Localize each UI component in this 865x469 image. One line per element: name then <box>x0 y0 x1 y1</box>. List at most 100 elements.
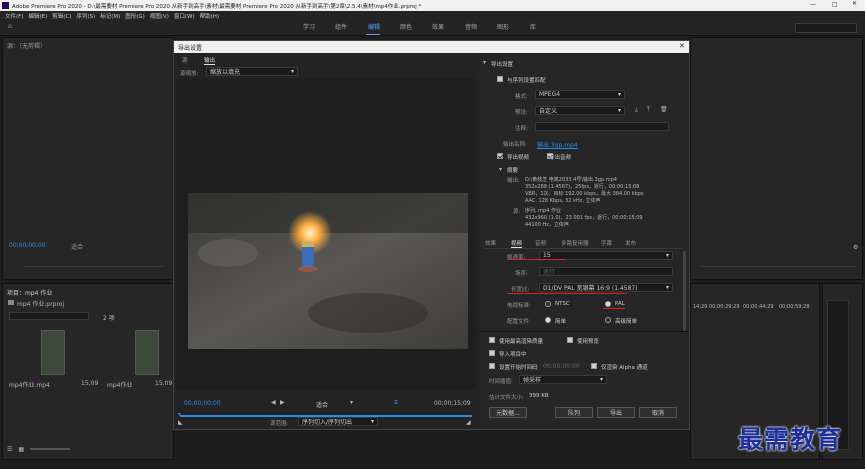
menu-help[interactable]: 帮助(H) <box>200 12 219 20</box>
profile-advanced-radio[interactable] <box>605 317 611 323</box>
match-sequence-checkbox[interactable] <box>497 76 503 82</box>
source-range-select[interactable]: 序列切入/序列切出 ▾ <box>298 417 378 426</box>
next-frame-icon[interactable]: ▶ <box>280 399 285 406</box>
profile-simple-label: 简单 <box>555 319 567 325</box>
project-item-name[interactable]: mp4作业 <box>107 380 132 389</box>
workspace-assembly[interactable]: 组件 <box>335 22 347 31</box>
set-start-timecode-checkbox[interactable] <box>489 363 495 369</box>
metadata-button[interactable]: 元数据... <box>489 407 527 418</box>
profile-advanced-label: 高级简单 <box>615 319 638 325</box>
list-view-icon[interactable]: ☰ <box>7 446 12 453</box>
menu-sequence[interactable]: 序列(S) <box>76 12 95 20</box>
settings-scrollbar[interactable] <box>683 251 686 331</box>
source-tab[interactable]: 源：（无剪辑） <box>7 41 46 50</box>
in-point-icon[interactable]: ◣ <box>178 419 183 426</box>
menu-clip[interactable]: 剪辑(C) <box>52 12 71 20</box>
frame-rate-value: 15 <box>543 252 551 259</box>
menu-graphics[interactable]: 图形(G) <box>125 12 145 20</box>
workspace-editing[interactable]: 编辑 <box>368 22 380 31</box>
summary-source-label: 源: <box>513 209 521 215</box>
menu-marker[interactable]: 标记(M) <box>100 12 120 20</box>
import-into-project-checkbox[interactable] <box>489 350 495 356</box>
fit-select[interactable]: 适合 <box>316 400 328 409</box>
source-timecode[interactable]: 00;00;00;00 <box>9 242 46 249</box>
use-previews-checkbox[interactable] <box>567 337 573 343</box>
workspace-effects[interactable]: 效果 <box>432 22 444 31</box>
max-render-quality-checkbox[interactable] <box>489 337 495 343</box>
cancel-button[interactable]: 取消 <box>639 407 677 418</box>
playhead-icon[interactable]: ▾ <box>178 411 181 418</box>
program-menu-icon[interactable]: ⚙ <box>853 244 858 251</box>
workspace-audio[interactable]: 音频 <box>465 22 477 31</box>
profile-label: 配置文件: <box>507 319 531 325</box>
out-point-icon[interactable]: ◢ <box>466 419 471 426</box>
minimize-icon[interactable]: — <box>810 1 816 8</box>
tab-multiplexer[interactable]: 多路复用器 <box>561 239 589 247</box>
project-item-thumb[interactable] <box>135 330 159 375</box>
pal-radio[interactable] <box>605 301 611 307</box>
menu-edit[interactable]: 编辑(E) <box>28 12 47 20</box>
zoom-slider[interactable] <box>30 448 71 450</box>
tab-output[interactable]: 输出 <box>204 56 216 65</box>
field-order-value: 逐行 <box>543 269 556 276</box>
source-scaling-value: 缩放以填充 <box>210 69 241 76</box>
maximize-icon[interactable]: □ <box>832 1 838 8</box>
output-name-label: 输出名称: <box>503 142 527 148</box>
icon-view-icon[interactable]: ▦ <box>18 446 24 453</box>
search-box[interactable] <box>795 23 857 33</box>
close-icon[interactable]: ✕ <box>852 0 857 7</box>
render-alpha-label: 仅渲染 Alpha 通道 <box>601 365 648 371</box>
ntsc-radio[interactable] <box>545 301 551 307</box>
source-fit[interactable]: 适合 <box>71 242 83 251</box>
menu-file[interactable]: 文件(F) <box>5 12 23 20</box>
home-icon[interactable]: ⌂ <box>8 23 12 30</box>
chevron-down-icon: ▾ <box>599 376 603 383</box>
dialog-close-icon[interactable]: ✕ <box>679 42 685 50</box>
export-settings-header: 导出设置 <box>491 62 514 68</box>
prev-frame-icon[interactable]: ◀ <box>271 399 276 406</box>
collapse-arrow-icon[interactable]: ▾ <box>483 59 486 66</box>
time-interpolation-select[interactable]: 帧采样 ▾ <box>519 375 607 384</box>
pal-label: PAL <box>615 301 625 307</box>
summary-output-line: 352x288 (1.4587)，25fps，逐行，00;00;15;08 <box>525 184 640 190</box>
export-video-checkbox[interactable] <box>497 153 503 159</box>
aspect-value: D1/DV PAL 宽银幕 16:9 (1.4587) <box>543 285 638 292</box>
tab-video[interactable]: 视频 <box>511 239 523 248</box>
file-size-value: 399 KB <box>529 393 549 399</box>
workspace-graphics[interactable]: 图形 <box>497 22 509 31</box>
source-scaling-select[interactable]: 缩放以填充 ▾ <box>206 67 298 76</box>
project-item-name[interactable]: mp4作业.mp4 <box>9 380 50 389</box>
field-order-select[interactable]: 逐行 <box>539 267 673 276</box>
start-timecode-value[interactable]: 00;00;00;00 <box>543 363 580 370</box>
workspace-learn[interactable]: 学习 <box>303 22 315 31</box>
project-search[interactable] <box>9 312 89 320</box>
format-select[interactable]: MPEG4 ▾ <box>535 90 625 99</box>
workspace-libraries[interactable]: 库 <box>530 22 536 31</box>
delete-preset-icon[interactable]: 🗑 <box>660 106 668 113</box>
profile-simple-radio[interactable] <box>545 317 551 323</box>
render-alpha-checkbox[interactable] <box>591 363 597 369</box>
project-tab[interactable]: 项目：mp4 作业 <box>7 288 52 297</box>
menu-window[interactable]: 窗口(W) <box>174 12 195 20</box>
preset-select[interactable]: 自定义 ▾ <box>535 106 625 115</box>
preview-timecode-in[interactable]: 00;00;00;00 <box>184 400 221 407</box>
summary-collapse-icon[interactable]: ▾ <box>499 166 502 173</box>
workspace-color[interactable]: 颜色 <box>400 22 412 31</box>
export-button[interactable]: 导出 <box>597 407 635 418</box>
menu-view[interactable]: 视图(V) <box>150 12 169 20</box>
output-name-link[interactable]: 输出.3gp.mp4 <box>537 140 578 149</box>
red-annotation-line <box>507 293 627 294</box>
comment-input[interactable] <box>535 122 669 131</box>
use-previews-label: 使用预览 <box>577 339 600 345</box>
project-item-thumb[interactable] <box>41 330 65 375</box>
tab-publish[interactable]: 发布 <box>625 239 636 247</box>
import-preset-icon[interactable]: ⤒ <box>647 106 650 114</box>
aspect-select[interactable]: D1/DV PAL 宽银幕 16:9 (1.4587) ▾ <box>539 283 673 292</box>
tab-effects[interactable]: 效果 <box>485 239 496 247</box>
queue-button[interactable]: 队列 <box>555 407 593 418</box>
marker-icon[interactable]: ⧖ <box>394 399 398 407</box>
tab-audio[interactable]: 音频 <box>535 239 546 247</box>
tab-source[interactable]: 源 <box>182 56 188 64</box>
save-preset-icon[interactable]: ⤓ <box>635 106 638 114</box>
tab-captions[interactable]: 字幕 <box>601 239 612 247</box>
